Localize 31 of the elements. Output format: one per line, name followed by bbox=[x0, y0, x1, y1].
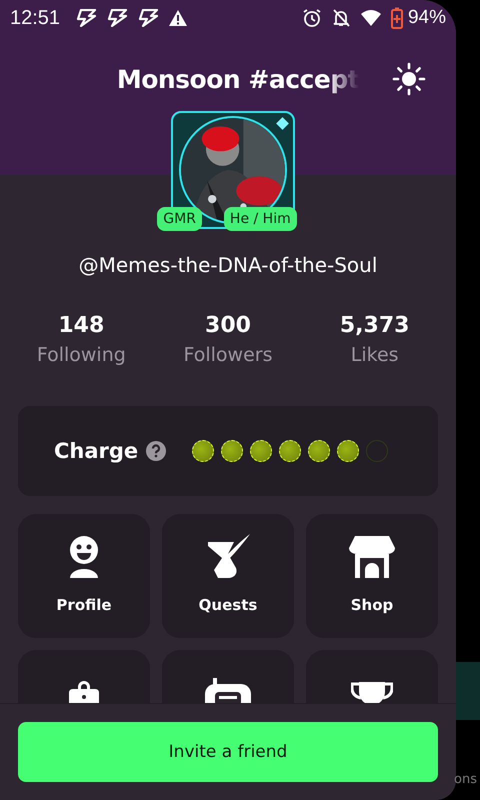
menu-tile[interactable]: Shop bbox=[306, 514, 438, 638]
background-text: ons bbox=[454, 772, 477, 787]
stat-value: 300 bbox=[205, 313, 251, 338]
menu-tile[interactable]: Profile bbox=[18, 514, 150, 638]
stat-value: 5,373 bbox=[340, 313, 410, 338]
invite-friend-button[interactable]: Invite a friend bbox=[18, 722, 438, 782]
warning-icon bbox=[168, 9, 188, 27]
wifi-icon bbox=[360, 9, 382, 27]
charge-label: Charge bbox=[54, 439, 138, 463]
notification-bolt-icon bbox=[75, 9, 98, 27]
stat-label[interactable]: Likes bbox=[350, 344, 399, 366]
profile-title: Monsoon #accept bbox=[116, 64, 360, 94]
battery-icon bbox=[390, 7, 403, 29]
stat-label[interactable]: Followers bbox=[183, 344, 272, 366]
storefront-icon bbox=[349, 534, 395, 580]
battery-level: 94% bbox=[408, 7, 446, 29]
notification-bolt-icon bbox=[106, 9, 128, 27]
menu-tile[interactable]: Quests bbox=[162, 514, 294, 638]
stat-label[interactable]: Following bbox=[36, 344, 126, 366]
profile-badge: GMR bbox=[157, 207, 202, 231]
status-time: 12:51 bbox=[10, 6, 60, 30]
username: @Memes-the-DNA-of-the-Soul bbox=[78, 253, 378, 277]
smiley-person-icon bbox=[68, 534, 100, 580]
bell-off-icon bbox=[330, 8, 351, 28]
brightness-icon[interactable] bbox=[392, 62, 426, 96]
help-icon[interactable] bbox=[146, 441, 166, 461]
notification-bolt-icon bbox=[137, 9, 160, 27]
stat-value: 148 bbox=[58, 313, 104, 338]
alarm-icon bbox=[302, 8, 322, 28]
background-panel bbox=[456, 662, 480, 720]
profile-badge: He / Him bbox=[224, 207, 297, 231]
